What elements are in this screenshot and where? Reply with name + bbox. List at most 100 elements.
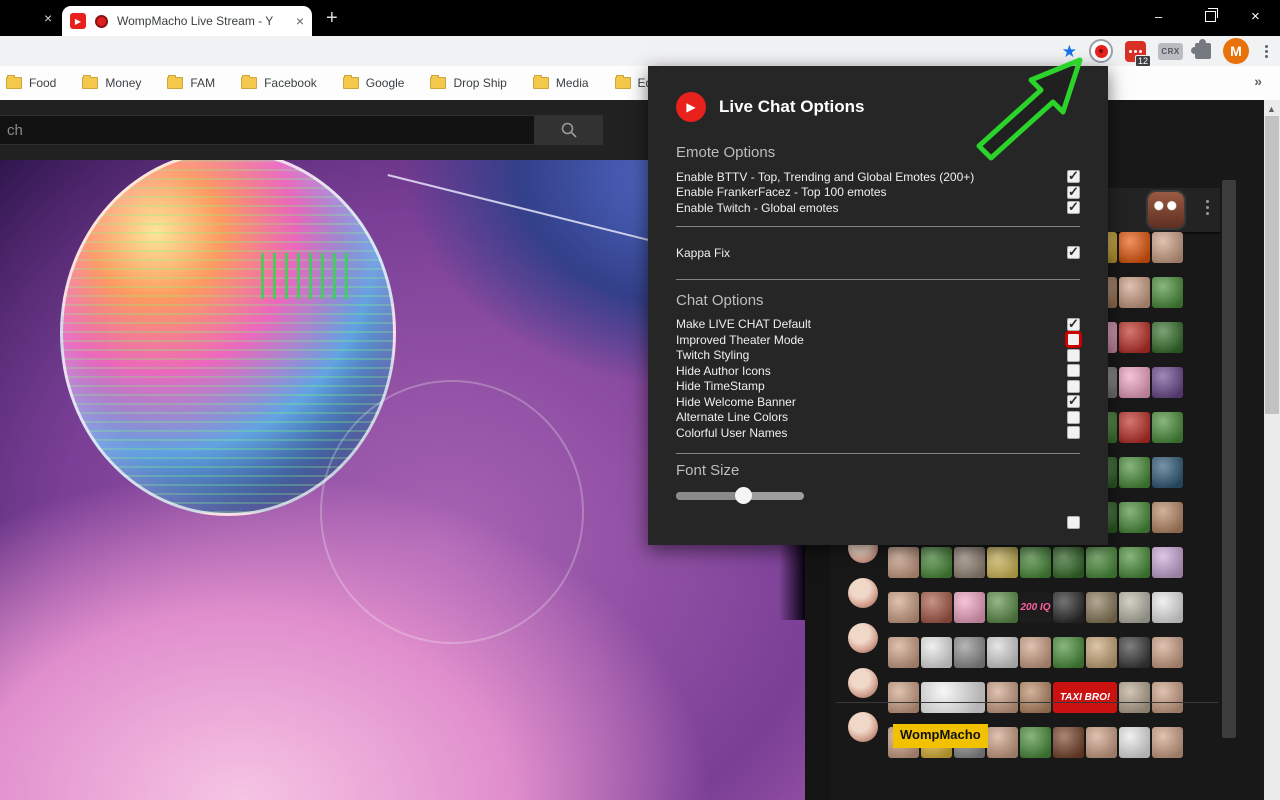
emote-tile[interactable] xyxy=(1053,592,1084,623)
emote-tile[interactable] xyxy=(921,682,985,713)
emote-tile[interactable] xyxy=(1152,457,1183,488)
scroll-up-arrow-icon[interactable]: ▲ xyxy=(1267,104,1276,114)
checkbox[interactable] xyxy=(1067,170,1080,183)
emote-tile[interactable] xyxy=(1152,592,1183,623)
checkbox[interactable] xyxy=(1067,349,1080,362)
emote-tile[interactable] xyxy=(1152,637,1183,668)
bookmark-folder-item[interactable]: Food xyxy=(6,76,56,90)
emote-tile[interactable] xyxy=(921,547,952,578)
search-button[interactable] xyxy=(535,115,603,145)
active-tab[interactable]: ▶ WompMacho Live Stream - Y × xyxy=(62,6,312,36)
emote-tile[interactable] xyxy=(1086,727,1117,758)
checkbox[interactable] xyxy=(1067,246,1080,259)
emote-tile[interactable] xyxy=(1152,502,1183,533)
emote-tile[interactable] xyxy=(921,637,952,668)
checkbox[interactable] xyxy=(1067,426,1080,439)
emote-tile[interactable] xyxy=(987,682,1018,713)
profile-avatar[interactable]: M xyxy=(1223,38,1249,64)
checkbox[interactable] xyxy=(1067,380,1080,393)
option-label: Enable FrankerFacez - Top 100 emotes xyxy=(676,185,887,199)
emote-tile[interactable] xyxy=(1152,682,1183,713)
chat-menu-icon[interactable] xyxy=(1206,200,1209,215)
emote-tile[interactable] xyxy=(1020,727,1051,758)
minimize-button[interactable]: – xyxy=(1155,8,1162,26)
chat-username-chip[interactable]: WompMacho xyxy=(893,724,988,748)
emote-tile[interactable] xyxy=(1053,547,1084,578)
emote-tile[interactable] xyxy=(921,592,952,623)
close-window-button[interactable]: × xyxy=(1251,8,1260,26)
emote-tile[interactable] xyxy=(954,637,985,668)
emote-tile[interactable] xyxy=(1152,727,1183,758)
emote-tile[interactable] xyxy=(954,547,985,578)
emote-tile[interactable] xyxy=(987,727,1018,758)
emote-tile[interactable] xyxy=(954,592,985,623)
emote-tile[interactable] xyxy=(1119,592,1150,623)
background-tab-close-icon[interactable]: × xyxy=(44,9,52,27)
emote-tile[interactable] xyxy=(1119,457,1150,488)
emote-tile[interactable] xyxy=(1119,637,1150,668)
emote-tile[interactable] xyxy=(1020,682,1051,713)
emote-tile[interactable] xyxy=(888,682,919,713)
checkbox[interactable] xyxy=(1067,395,1080,408)
slider-thumb[interactable] xyxy=(735,487,752,504)
emote-tile[interactable] xyxy=(987,547,1018,578)
restore-button[interactable] xyxy=(1205,11,1216,22)
emote-tile[interactable] xyxy=(1053,727,1084,758)
scrollbar-thumb[interactable] xyxy=(1265,116,1279,414)
checkbox[interactable] xyxy=(1067,201,1080,214)
checkbox[interactable] xyxy=(1067,364,1080,377)
emote-tile[interactable] xyxy=(1086,592,1117,623)
emote-tile[interactable] xyxy=(1119,502,1150,533)
new-tab-button[interactable]: + xyxy=(326,8,338,28)
kappa-group: Kappa Fix xyxy=(676,241,1080,265)
emote-tile[interactable] xyxy=(1053,637,1084,668)
bookmark-folder-item[interactable]: Facebook xyxy=(241,76,317,90)
bookmark-folder-item[interactable]: Money xyxy=(82,76,141,90)
emote-tile[interactable] xyxy=(1119,277,1150,308)
emote-tile[interactable]: TAXI BRO! xyxy=(1053,682,1117,713)
font-size-slider[interactable] xyxy=(676,487,804,504)
emote-tile[interactable] xyxy=(1152,367,1183,398)
emote-tile[interactable] xyxy=(1119,412,1150,443)
emote-tile[interactable] xyxy=(1152,547,1183,578)
emote-tile[interactable] xyxy=(987,637,1018,668)
extra-checkbox[interactable] xyxy=(1067,516,1080,529)
emote-tile[interactable] xyxy=(1119,547,1150,578)
emote-tile[interactable] xyxy=(1086,637,1117,668)
emote-tile[interactable] xyxy=(1152,322,1183,353)
emote-tile[interactable] xyxy=(1119,232,1150,263)
emote-tile[interactable] xyxy=(987,592,1018,623)
page-scrollbar[interactable]: ▲ xyxy=(1264,100,1280,800)
bookmarks-overflow-chevron[interactable]: » xyxy=(1254,73,1262,89)
emote-tile[interactable] xyxy=(1020,637,1051,668)
checkbox[interactable] xyxy=(1067,411,1080,424)
browser-menu-icon[interactable] xyxy=(1261,45,1272,58)
angry-emote-thumbnail[interactable] xyxy=(1148,192,1184,228)
tab-close-icon[interactable]: × xyxy=(296,13,304,29)
extension-badge-icon[interactable]: 12 xyxy=(1125,41,1146,62)
emote-tile[interactable] xyxy=(1119,367,1150,398)
emote-tile[interactable] xyxy=(1119,682,1150,713)
bookmark-folder-item[interactable]: Media xyxy=(533,76,589,90)
emote-tile[interactable] xyxy=(1152,412,1183,443)
search-input[interactable]: ch xyxy=(0,115,535,145)
emote-tile[interactable] xyxy=(1152,277,1183,308)
emote-tile[interactable] xyxy=(1086,547,1117,578)
emote-tile[interactable] xyxy=(1152,232,1183,263)
checkbox[interactable] xyxy=(1067,318,1080,331)
chat-scrollbar[interactable] xyxy=(1222,180,1236,738)
emote-tile[interactable]: 200 IQ xyxy=(1020,592,1051,623)
emote-tile[interactable] xyxy=(1020,547,1051,578)
bookmark-folder-item[interactable]: Drop Ship xyxy=(430,76,506,90)
emote-tile[interactable] xyxy=(1119,727,1150,758)
checkbox[interactable] xyxy=(1067,333,1080,346)
emote-tile[interactable] xyxy=(1119,322,1150,353)
crx-extension-icon[interactable]: CRX xyxy=(1158,43,1183,60)
emote-tile[interactable] xyxy=(888,592,919,623)
emote-tile[interactable] xyxy=(888,637,919,668)
extensions-puzzle-icon[interactable] xyxy=(1195,43,1211,59)
bookmark-folder-item[interactable]: Google xyxy=(343,76,405,90)
emote-tile[interactable] xyxy=(888,547,919,578)
checkbox[interactable] xyxy=(1067,186,1080,199)
bookmark-folder-item[interactable]: FAM xyxy=(167,76,215,90)
